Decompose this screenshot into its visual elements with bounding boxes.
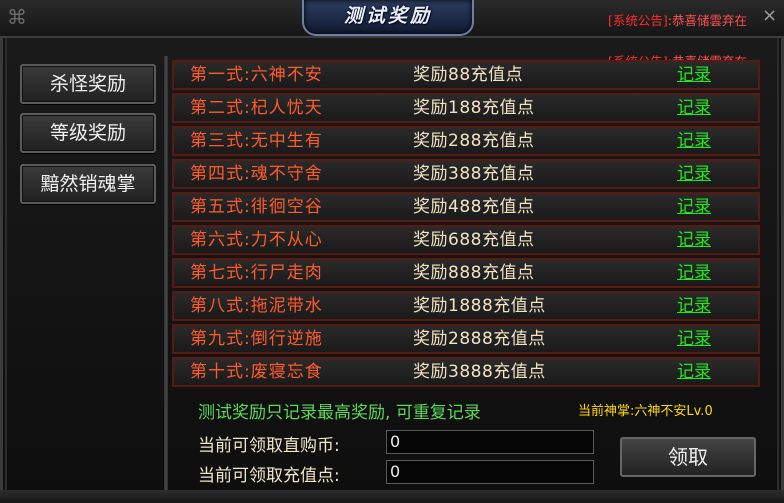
table-row: 第一式:六神不安 奖励88充值点 记录 — [172, 60, 760, 90]
record-link[interactable]: 记录 — [677, 161, 711, 187]
reward-value: 奖励188充值点 — [413, 98, 535, 118]
stance-name: 第七式:行尸走肉 — [190, 263, 323, 283]
recharge-points-label: 当前可领取充值点: — [198, 466, 340, 486]
stance-name: 第十式:废寝忘食 — [190, 362, 323, 382]
reward-value: 奖励2888充值点 — [413, 329, 546, 349]
window-title: 测试奖励 — [343, 5, 432, 27]
record-link[interactable]: 记录 — [677, 260, 711, 286]
table-row: 第五式:徘徊空谷 奖励488充值点 记录 — [172, 192, 760, 222]
record-link[interactable]: 记录 — [677, 326, 711, 352]
info-text: 测试奖励只记录最高奖励, 可重复记录 — [198, 403, 481, 423]
sidebar-item-kill-reward[interactable]: 杀怪奖励 — [20, 64, 156, 104]
stance-name: 第二式:杞人忧天 — [190, 98, 323, 118]
sidebar-item-level-reward[interactable]: 等级奖励 — [20, 113, 156, 153]
stance-name: 第四式:魂不守舍 — [190, 164, 323, 184]
divider — [164, 56, 168, 503]
record-link[interactable]: 记录 — [677, 293, 711, 319]
close-icon[interactable]: × — [762, 4, 784, 28]
reward-value: 奖励1888充值点 — [413, 296, 546, 316]
recharge-points-field[interactable]: 0 — [386, 460, 594, 484]
table-row: 第八式:拖泥带水 奖励1888充值点 记录 — [172, 291, 760, 321]
table-row: 第七式:行尸走肉 奖励888充值点 记录 — [172, 258, 760, 288]
reward-value: 奖励3888充值点 — [413, 362, 546, 382]
table-row: 第六式:力不从心 奖励688充值点 记录 — [172, 225, 760, 255]
table-row: 第二式:杞人忧天 奖励188充值点 记录 — [172, 93, 760, 123]
current-skill-level: 当前神掌:六神不安Lv.0 — [578, 404, 713, 419]
record-link[interactable]: 记录 — [677, 95, 711, 121]
reward-value: 奖励88充值点 — [413, 65, 524, 85]
record-link[interactable]: 记录 — [677, 359, 711, 385]
sidebar: 杀怪奖励 等级奖励 黯然销魂掌 — [14, 58, 164, 503]
table-row: 第九式:倒行逆施 奖励2888充值点 记录 — [172, 324, 760, 354]
stance-name: 第五式:徘徊空谷 — [190, 197, 323, 217]
table-row: 第十式:废寝忘食 奖励3888充值点 记录 — [172, 357, 760, 387]
stance-name: 第九式:倒行逆施 — [190, 329, 323, 349]
claim-button[interactable]: 领取 — [620, 437, 756, 477]
direct-coin-label: 当前可领取直购币: — [198, 436, 340, 456]
record-link[interactable]: 记录 — [677, 62, 711, 88]
reward-value: 奖励388充值点 — [413, 164, 535, 184]
reward-value: 奖励488充值点 — [413, 197, 535, 217]
bottom-border — [0, 490, 784, 503]
stance-name: 第三式:无中生有 — [190, 131, 323, 151]
title-plate: 测试奖励 — [302, 0, 474, 36]
reward-value: 奖励888充值点 — [413, 263, 535, 283]
direct-coin-field[interactable]: 0 — [386, 430, 594, 454]
stance-name: 第八式:拖泥带水 — [190, 296, 323, 316]
table-row: 第四式:魂不守舍 奖励388充值点 记录 — [172, 159, 760, 189]
system-notice: [系统公告]:恭喜储雲弃在 — [608, 10, 747, 29]
table-row: 第三式:无中生有 奖励288充值点 记录 — [172, 126, 760, 156]
notice-text: :恭喜储雲弃在 — [667, 13, 747, 28]
stance-name: 第一式:六神不安 — [190, 65, 323, 85]
reward-value: 奖励688充值点 — [413, 230, 535, 250]
record-link[interactable]: 记录 — [677, 194, 711, 220]
reward-table: 第一式:六神不安 奖励88充值点 记录 第二式:杞人忧天 奖励188充值点 记录… — [172, 60, 760, 388]
sidebar-item-palm-skill[interactable]: 黯然销魂掌 — [20, 164, 156, 204]
record-link[interactable]: 记录 — [677, 128, 711, 154]
reward-value: 奖励288充值点 — [413, 131, 535, 151]
ornament-icon: ⌘ — [7, 5, 27, 29]
stance-name: 第六式:力不从心 — [190, 230, 323, 250]
notice-tag: [系统公告] — [608, 13, 668, 28]
record-link[interactable]: 记录 — [677, 227, 711, 253]
